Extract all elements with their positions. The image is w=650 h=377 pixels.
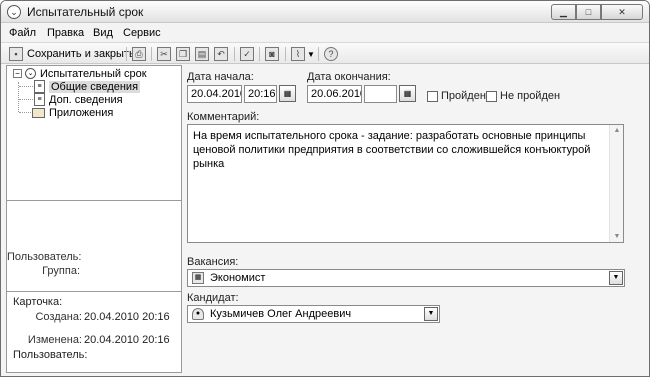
end-time-field[interactable] [364,85,397,103]
group-label: Группа: [42,265,80,277]
passed-label: Пройден [441,90,486,102]
created-value: 20.04.2010 20:16 [84,311,170,323]
chevron-circle-icon[interactable]: ⌄ [7,5,21,19]
candidate-label: Кандидат: [187,292,239,304]
calendar-icon[interactable]: ▦ [399,85,416,102]
modified-label: Изменена: [27,334,82,346]
start-time-field[interactable]: 20:16 [244,85,277,103]
menu-service[interactable]: Сервис [123,27,161,39]
undo-icon: ↶ [214,47,228,61]
close-button[interactable]: ✕ [601,4,643,20]
toolbar-separator [285,47,286,61]
end-date-field[interactable]: 20.06.2010 [307,85,362,103]
attach-icon: ⌇ [291,47,305,61]
print-button[interactable]: ⎙ [132,46,146,62]
toolbar-separator [234,47,235,61]
attach-button[interactable]: ⌇ ▼ [291,46,315,62]
paste-button[interactable]: ▤ [195,46,209,62]
tree-item-general[interactable]: ≡ Общие сведения [34,80,141,93]
menu-view[interactable]: Вид [93,27,113,39]
modified-value: 20.04.2010 20:16 [84,334,170,346]
created-label: Создана: [35,311,82,323]
tree-line [19,99,33,100]
camera-icon: ◙ [265,47,279,61]
title-bar: ⌄ Испытательный срок ▁ □ ✕ [1,1,649,23]
navigation-tree: − ⌄ Испытательный срок ≡ Общие сведения … [7,66,181,201]
chevron-down-icon[interactable]: ▼ [424,307,438,321]
main-window: ⌄ Испытательный срок ▁ □ ✕ Файл Правка В… [0,0,650,377]
tree-item-label: Общие сведения [49,80,141,93]
toolbar-separator [318,47,319,61]
camera-button[interactable]: ◙ [265,46,279,62]
save-close-label: Сохранить и закрыть [27,48,135,60]
toolbar: ▪ Сохранить и закрыть ⎙ ✂ ❐ ▤ ↶ ✓ ◙ ⌇ ▼ ? [1,42,649,64]
tree-item-label: Доп. сведения [49,93,123,106]
save-close-button[interactable]: ▪ Сохранить и закрыть [9,46,135,62]
person-icon: ● [192,308,204,320]
copy-button[interactable]: ❐ [176,46,190,62]
form-panel: Дата начала: 20.04.2010 20:16 ▦ Дата око… [183,65,643,373]
document-icon: ≡ [34,80,45,93]
tree-item-label: Приложения [49,106,114,119]
save-icon: ▪ [9,47,23,61]
window-title: Испытательный срок [27,5,144,19]
start-date-field[interactable]: 20.04.2010 [187,85,242,103]
vacancy-value: Экономист [210,272,266,284]
copy-icon: ❐ [176,47,190,61]
tree-root[interactable]: − ⌄ Испытательный срок [13,67,147,80]
undo-button[interactable]: ↶ [214,46,228,62]
toolbar-separator [151,47,152,61]
tree-line [19,86,33,87]
vacancy-label: Вакансия: [187,256,239,268]
help-icon: ? [324,47,338,61]
spellcheck-icon: ✓ [240,47,254,61]
comment-scrollbar[interactable]: ▲ ▼ [609,125,623,242]
candidate-dropdown[interactable]: ● Кузьмичев Олег Андреевич ▼ [187,305,440,323]
vacancy-icon: ▦ [192,272,204,284]
calendar-icon[interactable]: ▦ [279,85,296,102]
print-icon: ⎙ [132,47,146,61]
tree-root-label: Испытательный срок [40,67,147,80]
chevron-down-icon: ▼ [307,49,315,59]
start-date-label: Дата начала: [187,71,254,83]
chevron-down-icon[interactable]: ▼ [609,271,623,285]
tree-item-attachments[interactable]: Приложения [32,106,113,119]
comment-label: Комментарий: [187,111,260,123]
candidate-value: Кузьмичев Олег Андреевич [210,308,352,320]
not-passed-label: Не пройден [500,90,561,102]
minimize-button[interactable]: ▁ [551,4,576,20]
toolbar-separator [126,47,127,61]
comment-textarea[interactable]: На время испытательного срока - задание:… [187,124,624,243]
user-label: Пользователь: [7,251,82,263]
scroll-up-icon[interactable]: ▲ [612,127,622,134]
paste-icon: ▤ [195,47,209,61]
document-icon: ≡ [34,93,45,106]
chevron-circle-icon: ⌄ [25,68,36,79]
card-user-label: Пользователь: [13,349,88,361]
user-info-panel: Пользователь: Группа: [7,201,181,292]
scroll-down-icon[interactable]: ▼ [612,233,622,240]
collapse-icon[interactable]: − [13,69,22,78]
cut-icon: ✂ [157,47,171,61]
menu-file[interactable]: Файл [9,27,36,39]
maximize-button[interactable]: □ [576,4,601,20]
toolbar-separator [259,47,260,61]
menu-bar: Файл Правка Вид Сервис [1,24,649,42]
help-button[interactable]: ? [324,46,338,62]
card-label: Карточка: [13,296,63,308]
card-info-panel: Карточка: Создана: 20.04.2010 20:16 Изме… [7,292,181,372]
menu-edit[interactable]: Правка [47,27,84,39]
vacancy-dropdown[interactable]: ▦ Экономист ▼ [187,269,625,287]
spellcheck-button[interactable]: ✓ [240,46,254,62]
folder-icon [32,107,45,118]
not-passed-checkbox[interactable] [486,91,497,102]
end-date-label: Дата окончания: [307,71,391,83]
passed-checkbox[interactable] [427,91,438,102]
tree-line [19,112,33,113]
tree-item-additional[interactable]: ≡ Доп. сведения [34,93,123,106]
cut-button[interactable]: ✂ [157,46,171,62]
left-panel: − ⌄ Испытательный срок ≡ Общие сведения … [6,65,182,373]
comment-text: На время испытательного срока - задание:… [193,130,591,170]
